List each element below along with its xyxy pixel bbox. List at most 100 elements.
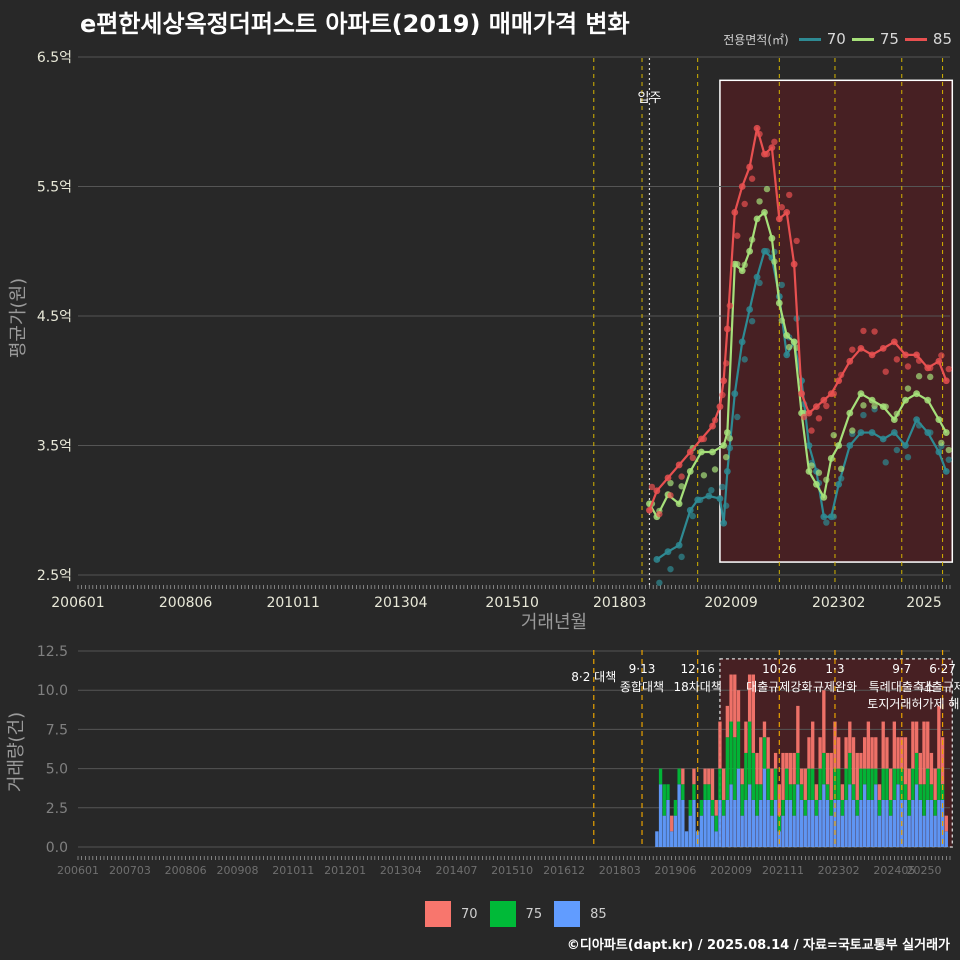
volume-bar-75 bbox=[885, 768, 889, 800]
volume-bar-85 bbox=[929, 799, 934, 847]
deal-point-85 bbox=[678, 473, 685, 480]
volume-bar-75 bbox=[814, 799, 819, 816]
volume-bar-75 bbox=[759, 784, 763, 800]
volume-bar-85 bbox=[684, 831, 689, 847]
deal-point-85 bbox=[823, 402, 830, 410]
volume-bar-85 bbox=[747, 784, 752, 847]
deal-point-70 bbox=[837, 475, 845, 482]
deal-point-85 bbox=[938, 352, 945, 359]
volume-x-tick-label: 202111 bbox=[762, 864, 804, 877]
data-point-75 bbox=[805, 468, 813, 475]
volume-bar-85 bbox=[788, 799, 793, 847]
data-point-75 bbox=[783, 332, 791, 339]
deal-point-75 bbox=[722, 453, 730, 461]
deal-point-70 bbox=[904, 453, 912, 461]
data-point-75 bbox=[697, 448, 705, 456]
volume-bar-70 bbox=[729, 674, 733, 722]
data-point-70 bbox=[868, 429, 876, 436]
volume-bar-85 bbox=[862, 784, 867, 847]
volume-bar-70 bbox=[885, 737, 889, 769]
volume-x-tick-label: 202009 bbox=[710, 864, 752, 877]
volume-legend-label-85: 85 bbox=[590, 906, 607, 922]
deal-point-75 bbox=[678, 483, 685, 490]
volume-bar-75 bbox=[829, 799, 833, 816]
volume-bar-70 bbox=[896, 737, 900, 769]
deal-point-70 bbox=[830, 513, 837, 520]
deal-point-85 bbox=[741, 200, 748, 208]
volume-bar-75 bbox=[888, 799, 893, 816]
deal-point-70 bbox=[860, 411, 867, 419]
volume-bar-70 bbox=[926, 721, 930, 769]
policy-label-extra: 토지거래허가제 해제 bbox=[867, 697, 960, 711]
volume-x-tick-label: 201201 bbox=[324, 864, 366, 877]
volume-bar-70 bbox=[914, 721, 919, 753]
volume-bar-70 bbox=[788, 752, 793, 785]
deal-point-85 bbox=[778, 204, 786, 211]
volume-y-tick-label: 7.5 bbox=[46, 722, 68, 738]
policy-label: 종합대책 bbox=[620, 679, 664, 694]
volume-bar-85 bbox=[944, 831, 948, 847]
data-point-75 bbox=[790, 338, 798, 346]
legend-label-75: 75 bbox=[879, 30, 899, 48]
volume-bar-85 bbox=[851, 799, 856, 847]
deal-point-70 bbox=[748, 317, 756, 325]
x-tick-label: 201011 bbox=[266, 595, 319, 611]
volume-bar-70 bbox=[922, 721, 926, 785]
deal-point-70 bbox=[734, 413, 741, 421]
volume-bar-70 bbox=[707, 768, 711, 785]
volume-bar-75 bbox=[922, 784, 926, 816]
volume-bar-85 bbox=[811, 799, 815, 847]
data-point-70 bbox=[942, 468, 950, 475]
data-point-85 bbox=[646, 506, 653, 514]
volume-bar-75 bbox=[681, 784, 685, 800]
volume-y-tick-label: 12.5 bbox=[37, 644, 68, 660]
data-point-75 bbox=[775, 299, 783, 307]
deal-point-75 bbox=[860, 402, 867, 409]
volume-bar-75 bbox=[851, 784, 856, 800]
volume-bar-75 bbox=[710, 799, 715, 816]
volume-swatch-70 bbox=[425, 901, 451, 927]
volume-bar-70 bbox=[918, 752, 922, 785]
data-point-70 bbox=[716, 495, 724, 502]
volume-bar-75 bbox=[903, 784, 908, 800]
volume-bar-70 bbox=[870, 737, 874, 769]
data-point-85 bbox=[813, 403, 820, 411]
volume-bar-85 bbox=[718, 799, 722, 847]
volume-bar-85 bbox=[740, 815, 744, 847]
data-point-85 bbox=[846, 357, 854, 365]
deal-point-85 bbox=[734, 232, 741, 239]
volume-bar-75 bbox=[666, 784, 670, 800]
x-tick-label: 202302 bbox=[812, 595, 865, 611]
deal-point-85 bbox=[667, 492, 674, 499]
volume-bar-75 bbox=[673, 799, 678, 816]
data-point-75 bbox=[890, 416, 898, 423]
volume-bar-85 bbox=[937, 799, 941, 847]
volume-bar-75 bbox=[725, 737, 730, 800]
deal-point-85 bbox=[722, 360, 730, 367]
y-tick-label: 4.5억 bbox=[37, 309, 72, 325]
volume-bar-70 bbox=[929, 752, 934, 785]
legend-item-85: 85 bbox=[904, 30, 952, 48]
volume-bar-75 bbox=[933, 799, 937, 816]
policy-label: 8·2 대책 bbox=[571, 669, 616, 684]
deal-point-70 bbox=[882, 459, 889, 466]
volume-y-tick-label: 5.0 bbox=[46, 762, 68, 778]
move-in-label: 입주 bbox=[637, 91, 661, 106]
data-point-75 bbox=[753, 215, 761, 223]
volume-bar-85 bbox=[766, 799, 770, 847]
policy-label: 9·7 bbox=[892, 662, 911, 676]
volume-bar-75 bbox=[766, 768, 770, 800]
volume-bar-70 bbox=[933, 768, 937, 800]
volume-bar-70 bbox=[725, 705, 730, 738]
volume-bar-75 bbox=[866, 768, 871, 800]
volume-bar-75 bbox=[844, 768, 848, 800]
area-legend: 전용면적(㎡) 70 75 85 bbox=[723, 30, 952, 48]
legend-label-70: 70 bbox=[826, 30, 846, 48]
volume-bar-75 bbox=[707, 784, 711, 800]
volume-bar-70 bbox=[733, 674, 737, 738]
deal-point-70 bbox=[823, 519, 830, 526]
volume-x-tick-label: 200908 bbox=[217, 864, 259, 877]
volume-legend: 70 75 85 bbox=[425, 901, 607, 927]
volume-x-tick-label: 201011 bbox=[272, 864, 314, 877]
x-tick-label: 201304 bbox=[374, 595, 428, 611]
